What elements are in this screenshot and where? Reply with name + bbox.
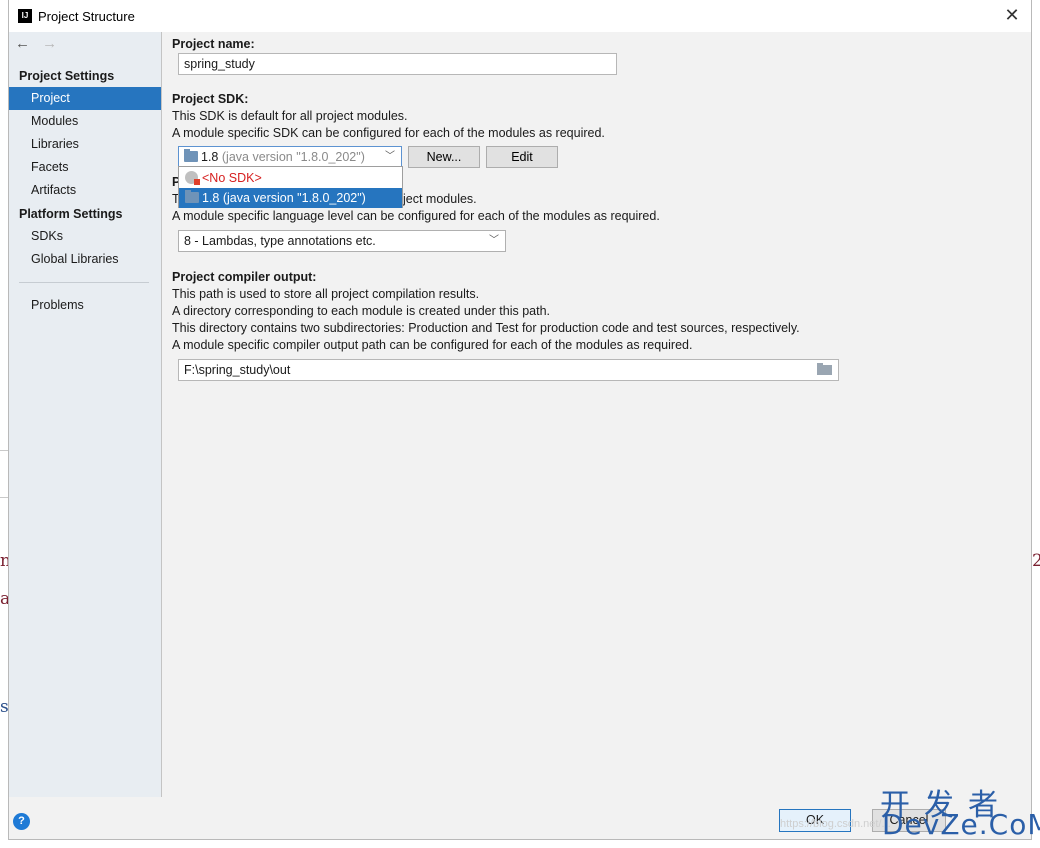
output-description-3: This directory contains two subdirectori…: [172, 321, 800, 335]
language-level-value: 8 - Lambdas, type annotations etc.: [184, 234, 376, 248]
language-level-select[interactable]: 8 - Lambdas, type annotations etc. ﹀: [178, 230, 506, 252]
project-structure-dialog: IJ Project Structure ✕ ← → Project Setti…: [8, 0, 1032, 840]
intellij-logo-icon: IJ: [18, 9, 32, 23]
dropdown-option-no-sdk[interactable]: <No SDK>: [179, 168, 402, 188]
dropdown-option-label: 1.8 (java version "1.8.0_202"): [202, 191, 366, 205]
no-sdk-icon: [185, 171, 200, 185]
sdk-dropdown-list: <No SDK> 1.8 (java version "1.8.0_202"): [178, 166, 403, 208]
watermark-url: https://blog.csdn.net/...: [780, 818, 891, 830]
output-description-1: This path is used to store all project c…: [172, 287, 480, 301]
sidebar-item-libraries[interactable]: Libraries: [31, 137, 79, 151]
sidebar: ← → Project Settings Project Modules Lib…: [9, 32, 162, 797]
sidebar-item-artifacts[interactable]: Artifacts: [31, 183, 76, 197]
sdk-select[interactable]: 1.8 (java version "1.8.0_202") ﹀: [178, 146, 402, 168]
background-divider: [0, 497, 8, 498]
compiler-output-path-field[interactable]: F:\spring_study\out: [178, 359, 839, 381]
project-sdk-label: Project SDK:: [172, 92, 249, 106]
sdk-selected-version: 1.8: [201, 150, 219, 164]
compiler-output-label: Project compiler output:: [172, 270, 317, 284]
sidebar-item-facets[interactable]: Facets: [31, 160, 69, 174]
dropdown-option-jdk-1-8[interactable]: 1.8 (java version "1.8.0_202"): [179, 188, 402, 208]
sidebar-item-global-libraries[interactable]: Global Libraries: [31, 252, 119, 266]
platform-settings-header: Platform Settings: [19, 207, 123, 221]
output-path-value: F:\spring_study\out: [184, 363, 291, 377]
dropdown-option-label: <No SDK>: [202, 171, 262, 185]
title-bar: IJ Project Structure ✕: [9, 0, 1031, 32]
project-settings-header: Project Settings: [19, 69, 115, 83]
help-button[interactable]: ?: [13, 813, 30, 830]
new-sdk-button[interactable]: New...: [408, 146, 480, 168]
sdk-description-2: A module specific SDK can be configured …: [172, 126, 605, 140]
sidebar-item-modules[interactable]: Modules: [31, 114, 78, 128]
sidebar-item-project[interactable]: Project: [9, 87, 161, 110]
forward-arrow-icon[interactable]: →: [42, 35, 57, 52]
close-icon[interactable]: ✕: [999, 4, 1025, 26]
back-arrow-icon[interactable]: ←: [15, 35, 30, 52]
sdk-description-1: This SDK is default for all project modu…: [172, 109, 408, 123]
edit-sdk-button[interactable]: Edit: [486, 146, 558, 168]
background-divider: [0, 450, 8, 451]
background-text-fragment: 2: [1032, 551, 1040, 571]
browse-folder-icon[interactable]: [817, 363, 832, 375]
language-level-desc-end: ject modules.: [403, 192, 477, 206]
output-description-2: A directory corresponding to each module…: [172, 304, 550, 318]
watermark-devze: DevZe.CoM: [882, 808, 1040, 841]
project-settings-panel: Project name: spring_study Project SDK: …: [163, 32, 1031, 797]
sdk-selected-detail: (java version "1.8.0_202"): [221, 150, 365, 164]
sidebar-item-label: Project: [31, 91, 70, 105]
output-description-4: A module specific compiler output path c…: [172, 338, 693, 352]
project-name-field[interactable]: spring_study: [178, 53, 617, 75]
sidebar-item-sdks[interactable]: SDKs: [31, 229, 63, 243]
project-name-label: Project name:: [172, 37, 255, 51]
jdk-folder-icon: [185, 190, 199, 203]
sidebar-divider: [19, 282, 149, 283]
chevron-down-icon: ﹀: [489, 235, 499, 246]
nav-arrows: ← →: [15, 35, 65, 52]
window-title: Project Structure: [38, 8, 135, 24]
chevron-down-icon: ﹀: [385, 151, 395, 162]
sidebar-item-problems[interactable]: Problems: [31, 298, 84, 312]
language-level-desc-2: A module specific language level can be …: [172, 209, 660, 223]
jdk-folder-icon: [184, 149, 198, 162]
